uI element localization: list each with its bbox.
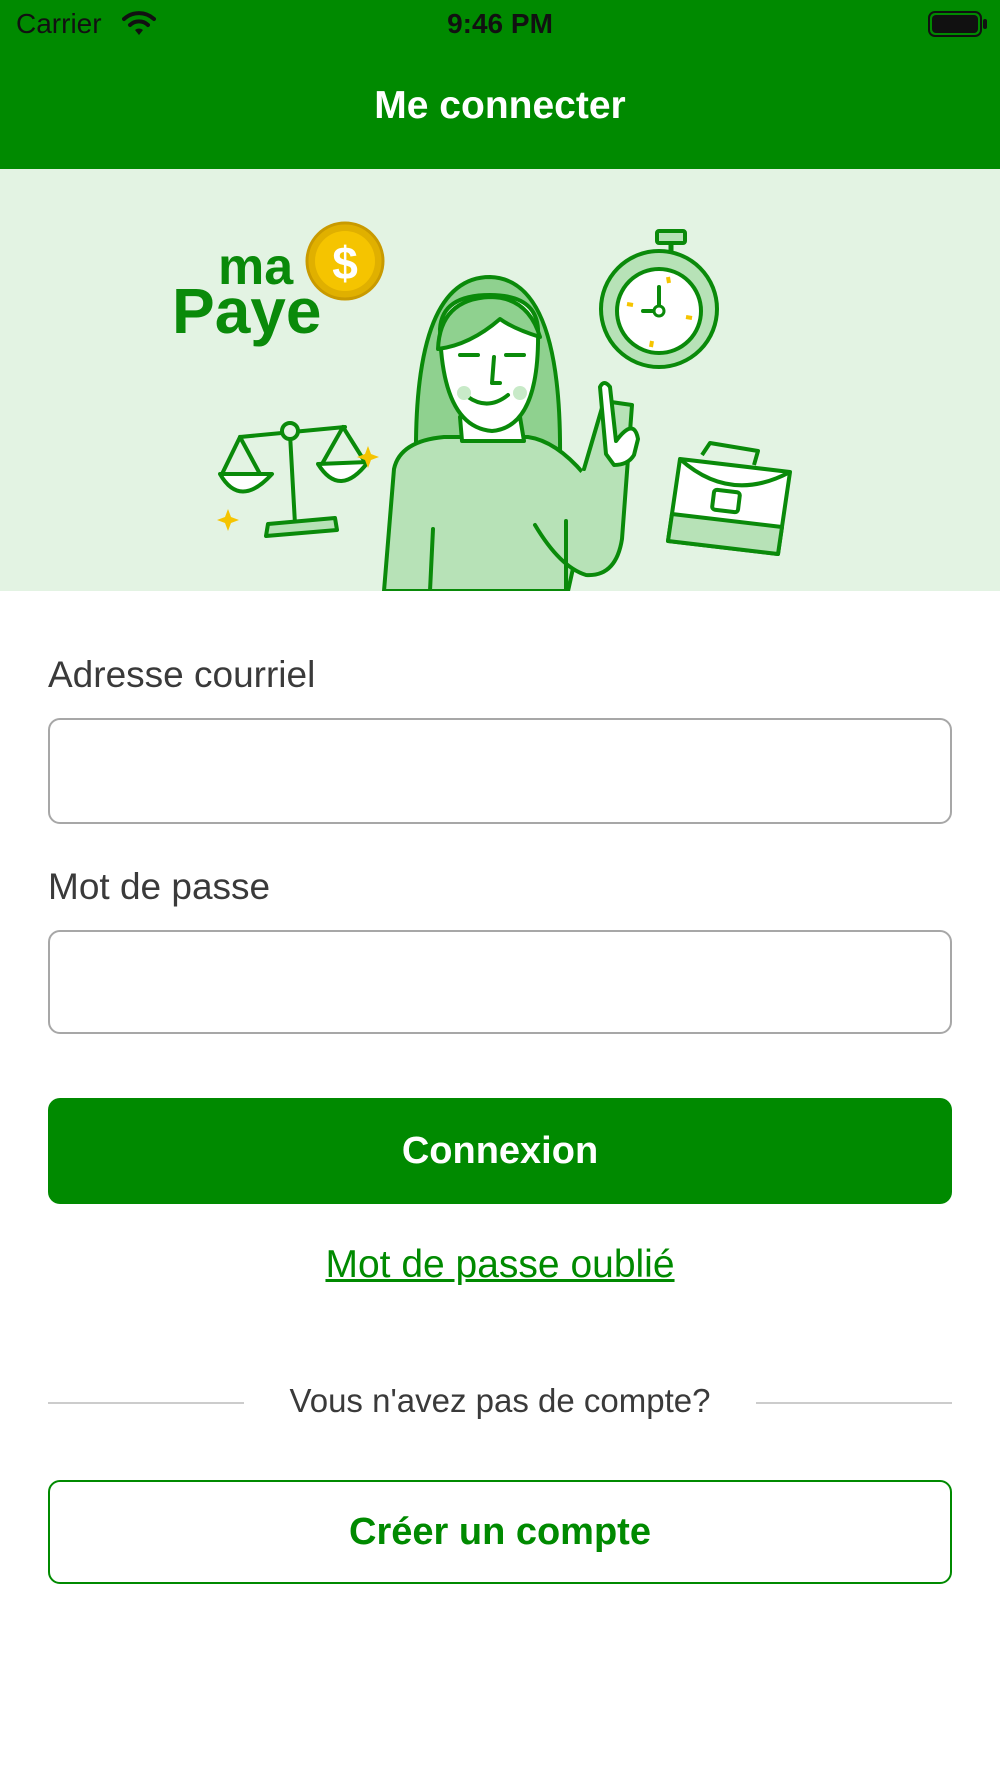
scale-icon <box>218 421 370 538</box>
hero-banner: ma Paye $ <box>0 169 1000 591</box>
create-account-button[interactable]: Créer un compte <box>48 1480 952 1584</box>
login-button[interactable]: Connexion <box>48 1098 952 1204</box>
forgot-password-link[interactable]: Mot de passe oublié <box>0 1243 1000 1287</box>
sparkle-icon-2 <box>217 509 239 531</box>
stopwatch-icon <box>599 229 719 369</box>
email-field[interactable] <box>48 718 952 824</box>
email-label: Adresse courriel <box>48 654 316 695</box>
app-bar: Carrier 9:46 PM Me connecter <box>0 0 1000 169</box>
briefcase-icon <box>666 441 792 556</box>
svg-text:$: $ <box>332 237 358 289</box>
logo-paye: Paye <box>172 275 321 347</box>
divider-right <box>756 1402 952 1404</box>
page-title: Me connecter <box>374 84 626 127</box>
password-field[interactable] <box>48 930 952 1034</box>
password-label: Mot de passe <box>48 866 271 907</box>
coin-icon: $ <box>305 221 385 301</box>
battery-icon <box>928 11 988 44</box>
status-bar: Carrier 9:46 PM <box>0 0 1000 50</box>
person-illustration <box>382 275 640 591</box>
hero-illustration: ma Paye $ <box>172 221 792 591</box>
clock: 9:46 PM <box>447 8 553 39</box>
no-account-prompt: Vous n'avez pas de compte? <box>289 1382 711 1419</box>
